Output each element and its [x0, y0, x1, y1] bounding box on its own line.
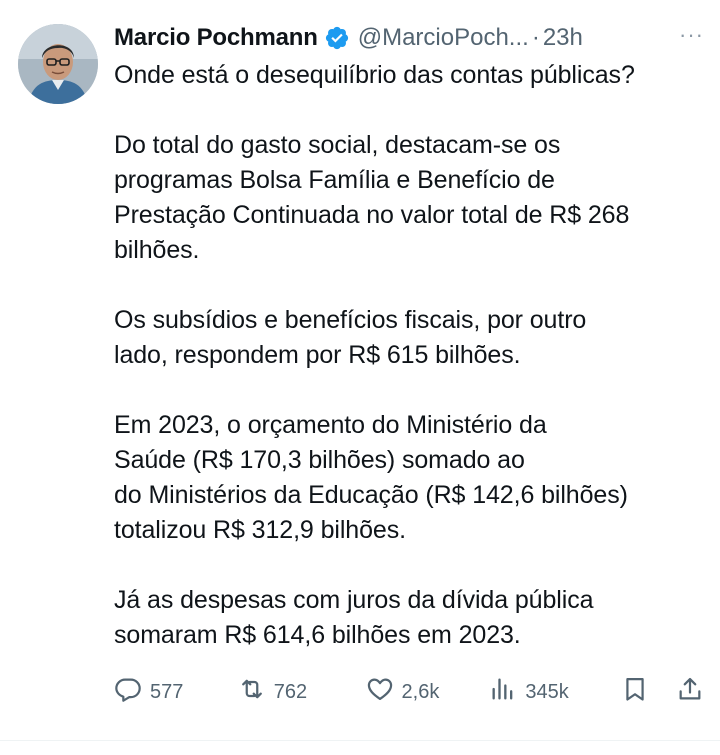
like-count: 2,6k	[401, 680, 440, 703]
reply-button[interactable]: 577	[114, 675, 238, 709]
bookmark-icon	[621, 675, 649, 709]
retweet-count: 762	[273, 680, 308, 703]
tweet-timestamp[interactable]: 23h	[543, 24, 583, 52]
tweet-content: Marcio Pochmann @MarcioPoch... · 23h ···…	[114, 18, 704, 653]
tweet-text: Onde está o desequilíbrio das contas púb…	[114, 58, 704, 653]
avatar[interactable]	[18, 24, 98, 104]
views-button[interactable]: 345k	[489, 675, 621, 709]
tweet-paragraph: Do total do gasto social, destacam-se os…	[114, 131, 630, 264]
verified-badge-icon	[324, 25, 350, 51]
bookmark-button[interactable]	[621, 675, 676, 709]
like-icon	[366, 675, 394, 709]
views-count: 345k	[525, 680, 569, 703]
reply-count: 577	[150, 680, 184, 703]
tweet-header: Marcio Pochmann @MarcioPoch... · 23h ···	[114, 18, 704, 58]
tweet-paragraph: Em 2023, o orçamento do Ministério da Sa…	[114, 411, 628, 544]
author-name[interactable]: Marcio Pochmann	[114, 24, 318, 52]
like-button[interactable]: 2,6k	[366, 675, 490, 709]
author-handle[interactable]: @MarcioPoch...	[358, 24, 529, 52]
retweet-icon	[238, 675, 266, 709]
tweet: Marcio Pochmann @MarcioPoch... · 23h ···…	[0, 0, 720, 755]
more-options-icon[interactable]: ···	[679, 22, 704, 48]
retweet-button[interactable]: 762	[238, 675, 366, 709]
reply-icon	[114, 675, 142, 709]
tweet-paragraph: Onde está o desequilíbrio das contas púb…	[114, 61, 635, 89]
tweet-actions: 577 762 2,6k 345k	[114, 672, 704, 712]
tweet-paragraph: Os subsídios e benefícios fiscais, por o…	[114, 306, 587, 369]
tweet-paragraph: Já as despesas com juros da dívida públi…	[114, 586, 594, 649]
divider	[0, 740, 720, 741]
share-icon	[676, 675, 704, 709]
separator-dot: ·	[531, 24, 540, 51]
views-icon	[489, 675, 517, 709]
share-button[interactable]	[676, 675, 704, 709]
